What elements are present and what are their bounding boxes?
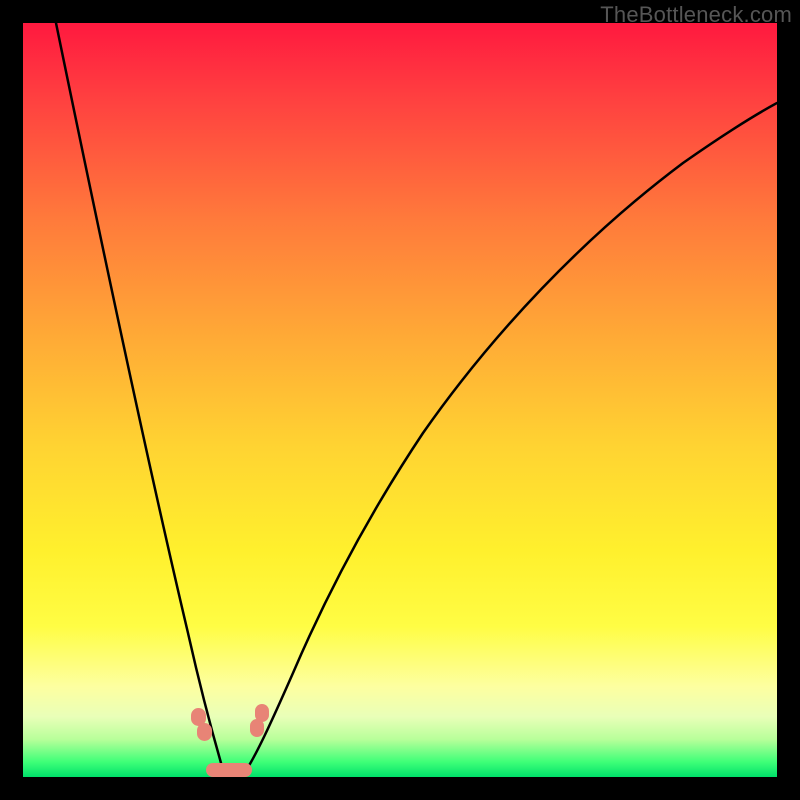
curve-right-branch [243, 103, 777, 775]
chart-plot-area [23, 23, 777, 777]
marker-right-lower [250, 719, 264, 737]
curve-left-branch [56, 23, 227, 775]
marker-bottom-bar [206, 763, 252, 777]
watermark-text: TheBottleneck.com [600, 2, 792, 28]
bottleneck-curve [23, 23, 777, 777]
marker-left-lower [197, 723, 212, 741]
